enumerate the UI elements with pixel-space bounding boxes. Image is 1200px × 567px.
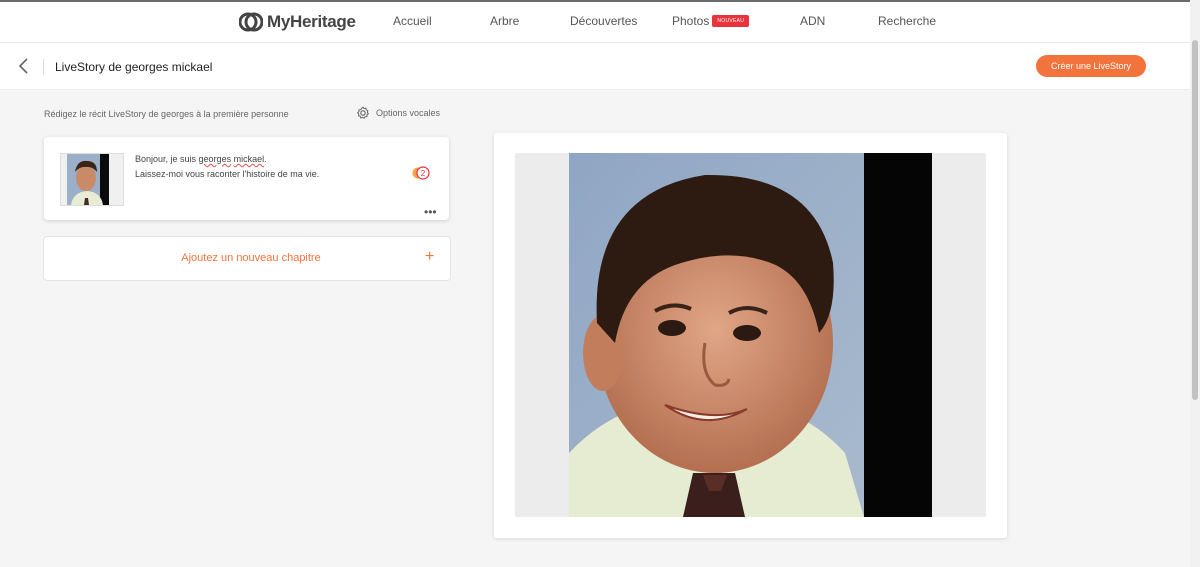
plus-icon: + [425,248,435,265]
portrait-preview-image[interactable] [515,153,986,517]
top-navbar: MyHeritage Accueil Arbre Découvertes Pho… [0,2,1190,43]
voice-options-button[interactable]: Options vocales [356,106,440,120]
myheritage-logo-icon [239,12,263,32]
add-chapter-label: Ajoutez un nouveau chapitre [181,252,321,264]
last-name: mickael [233,154,265,164]
nav-item-accueil[interactable]: Accueil [393,14,432,28]
nav-item-photos[interactable]: Photos NOUVEAU [672,14,750,28]
audio-count: 2 [421,169,426,178]
editor-instruction: Rédigez le récit LiveStory de georges à … [44,109,289,119]
page-header: LiveStory de georges mickael Créer une L… [0,43,1190,90]
logo-text: MyHeritage [267,12,356,31]
voice-options-label: Options vocales [376,108,441,118]
chevron-left-icon [18,58,28,74]
audio-count-button[interactable]: 2 [412,165,432,181]
chapter-text[interactable]: Bonjour, je suis georges mickael. Laisse… [135,152,319,182]
nav-item-photos-label: Photos [672,14,710,28]
preview-image-frame [515,153,986,517]
myheritage-logo[interactable]: MyHeritage [239,10,356,34]
create-livestory-button[interactable]: Créer une LiveStory [1036,55,1146,77]
nav-item-decouvertes[interactable]: Découvertes [570,14,637,28]
gear-icon [356,106,370,119]
chapter-card[interactable]: Bonjour, je suis georges mickael. Laisse… [44,137,449,220]
period: . [264,154,267,164]
nav-item-adn[interactable]: ADN [800,14,825,28]
audio-count-icon: 2 [412,166,430,180]
portrait-thumbnail-image [61,154,123,205]
preview-panel [494,133,1007,538]
nav-item-recherche[interactable]: Recherche [878,14,936,28]
scrollbar-thumb[interactable] [1192,40,1198,400]
header-divider [43,59,44,75]
back-button[interactable] [16,57,32,75]
add-chapter-button[interactable]: Ajoutez un nouveau chapitre + [43,236,451,281]
new-badge: NOUVEAU [712,14,750,27]
chapter-line-2: Laissez-moi vous raconter l'histoire de … [135,169,320,179]
page-title: LiveStory de georges mickael [55,60,213,74]
more-dots-icon[interactable]: ••• [424,205,437,219]
chapter-thumbnail[interactable] [60,153,124,206]
greeting-text: Bonjour, je suis [135,154,199,164]
nav-item-arbre[interactable]: Arbre [490,14,519,28]
first-name: georges [198,154,232,164]
chapter-line-1: Bonjour, je suis georges mickael. [135,152,319,167]
